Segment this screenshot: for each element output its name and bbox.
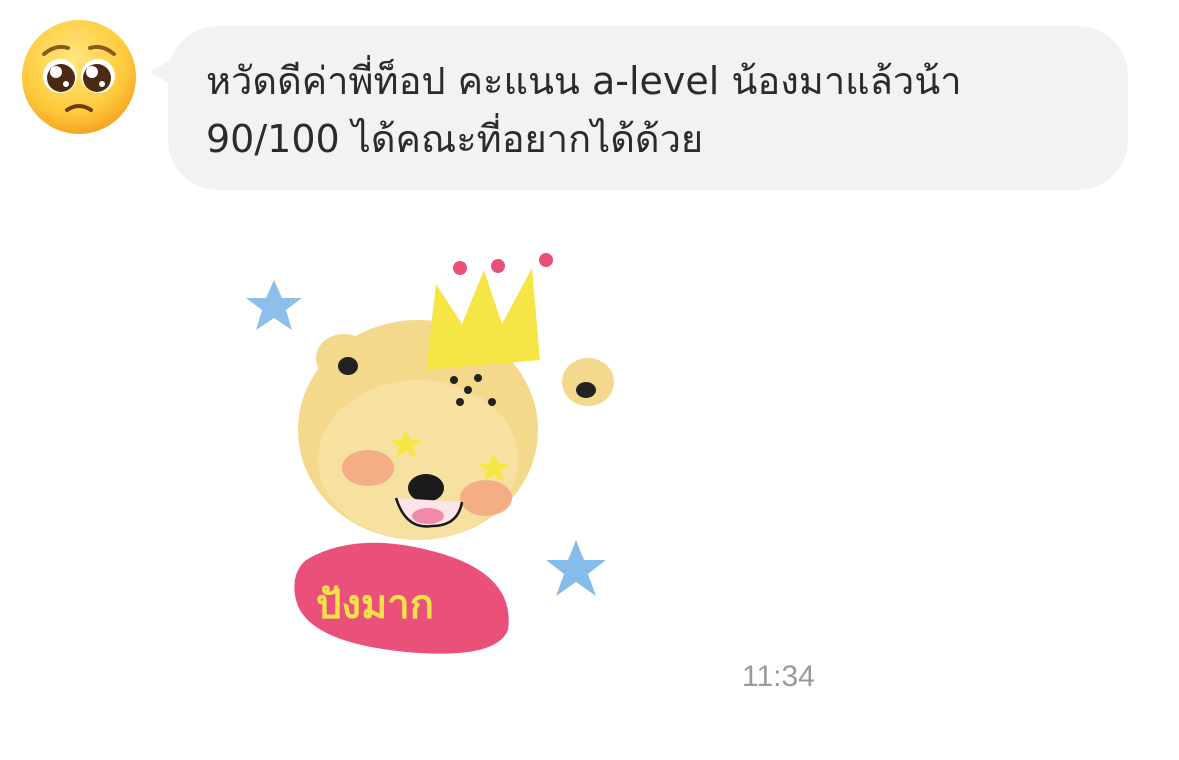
message-bubble[interactable]: หวัดดีค่าพี่ท็อป คะแนน a-level น้องมาแล้… <box>168 26 1128 190</box>
pleading-face-emoji-icon[interactable] <box>20 18 138 136</box>
star-icon <box>546 540 606 596</box>
star-icon <box>246 280 302 330</box>
crown-icon <box>426 268 540 370</box>
chat-view: หวัดดีค่าพี่ท็อป คะแนน a-level น้องมาแล้… <box>0 0 1179 760</box>
message-text: หวัดดีค่าพี่ท็อป คะแนน a-level น้องมาแล้… <box>206 59 962 161</box>
cheetah-with-crown-sticker-icon[interactable]: ปังมาก <box>236 240 646 670</box>
message-timestamp: 11:34 <box>742 660 815 693</box>
sticker-label: ปังมาก <box>316 582 434 628</box>
